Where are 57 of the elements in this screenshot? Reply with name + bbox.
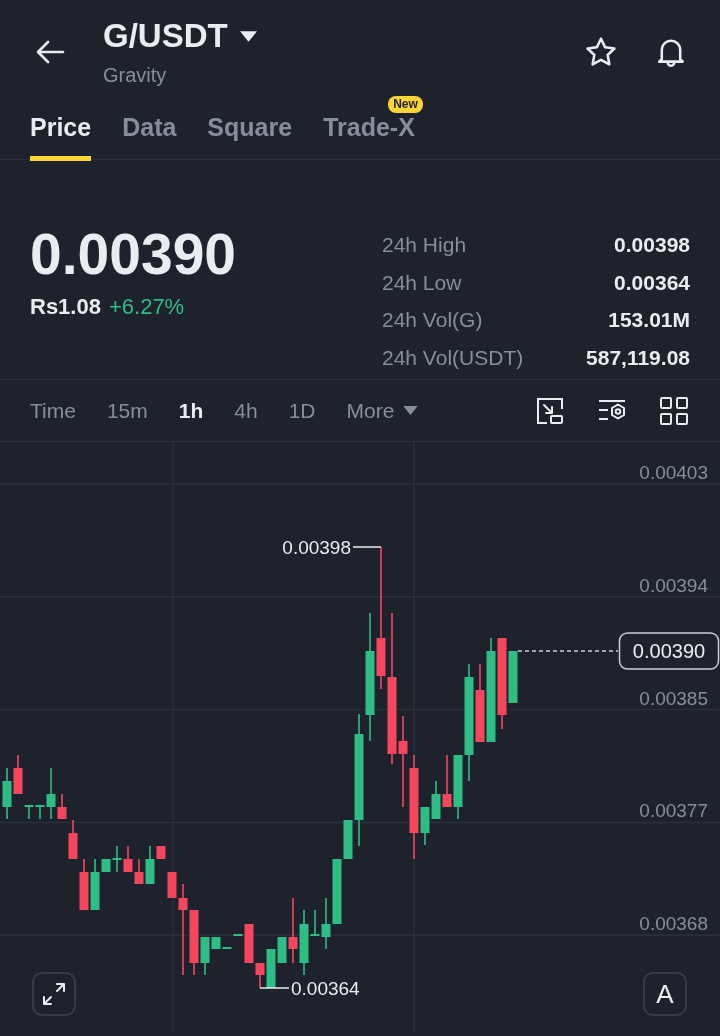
bearish-candle: [13, 754, 23, 795]
interval-tab[interactable]: 4h: [234, 397, 258, 424]
bullish-candle: [233, 933, 243, 937]
price-axis-label: 0.00403: [639, 462, 708, 483]
bearish-candle: [123, 845, 133, 873]
pair-selector[interactable]: G/USDT: [103, 16, 257, 56]
fiat-price: Rs1.08: [30, 295, 101, 319]
price-axis-label: 0.00385: [639, 687, 708, 709]
stat-label: 24h Vol(USDT): [382, 344, 524, 371]
stat-value: 587,119.08: [586, 344, 690, 371]
bullish-candle: [508, 650, 518, 704]
expand-icon: [41, 981, 67, 1007]
fullscreen-button[interactable]: [32, 972, 76, 1016]
bullish-candle: [420, 806, 430, 846]
bullish-candle: [2, 767, 12, 820]
stat-label: 24h High: [382, 232, 468, 258]
bearish-candle: [134, 858, 144, 885]
interval-tab[interactable]: 15m: [106, 397, 148, 424]
back-arrow-icon[interactable]: [35, 39, 65, 65]
last-price-label: 0.00390: [618, 632, 720, 670]
caret-down-icon: [403, 406, 419, 415]
interval-tab[interactable]: Time: [30, 397, 76, 424]
stat-value: 0.00398: [613, 232, 690, 258]
bullish-candle: [24, 804, 34, 820]
low-price-marker: 0.00364: [291, 978, 360, 999]
price-axis-label: 0.00368: [639, 913, 708, 935]
caret-down-icon: [239, 30, 257, 42]
stat-label: 24h Low: [382, 269, 463, 296]
bearish-candle: [442, 754, 452, 808]
more-menu[interactable]: More: [346, 397, 419, 424]
bearish-candle: [79, 858, 89, 911]
last-price: 0.00390: [30, 224, 237, 284]
auto-scale-button[interactable]: A: [643, 972, 687, 1016]
bullish-candle: [431, 780, 441, 820]
price-change: +6.27%: [108, 295, 185, 319]
frame-arrow-icon[interactable]: [535, 395, 565, 426]
bearish-candle: [156, 845, 166, 860]
tab[interactable]: Price: [30, 96, 92, 161]
price-axis-label: 0.00377: [639, 800, 708, 822]
stat-value: 153.01M: [607, 307, 690, 333]
leader-line: [259, 987, 290, 989]
leader-line: [352, 546, 382, 548]
bearish-candle: [288, 897, 298, 964]
price-axis-label: 0.00394: [639, 574, 708, 596]
star-icon[interactable]: [584, 35, 618, 69]
grid-layout-icon[interactable]: [659, 395, 689, 426]
tab[interactable]: Data: [122, 96, 177, 161]
stat-label: 24h Vol(G): [382, 307, 484, 333]
pair-name: Gravity: [103, 63, 168, 87]
bearish-candle: [189, 909, 199, 976]
high-price-marker: 0.00398: [282, 537, 351, 558]
tab[interactable]: Square: [207, 96, 293, 161]
bullish-candle: [145, 845, 155, 885]
new-badge: New: [388, 96, 423, 113]
interval-tab[interactable]: 1D: [288, 397, 316, 424]
interval-tab[interactable]: 1h: [178, 397, 204, 424]
stat-value: 0.00364: [613, 269, 690, 296]
